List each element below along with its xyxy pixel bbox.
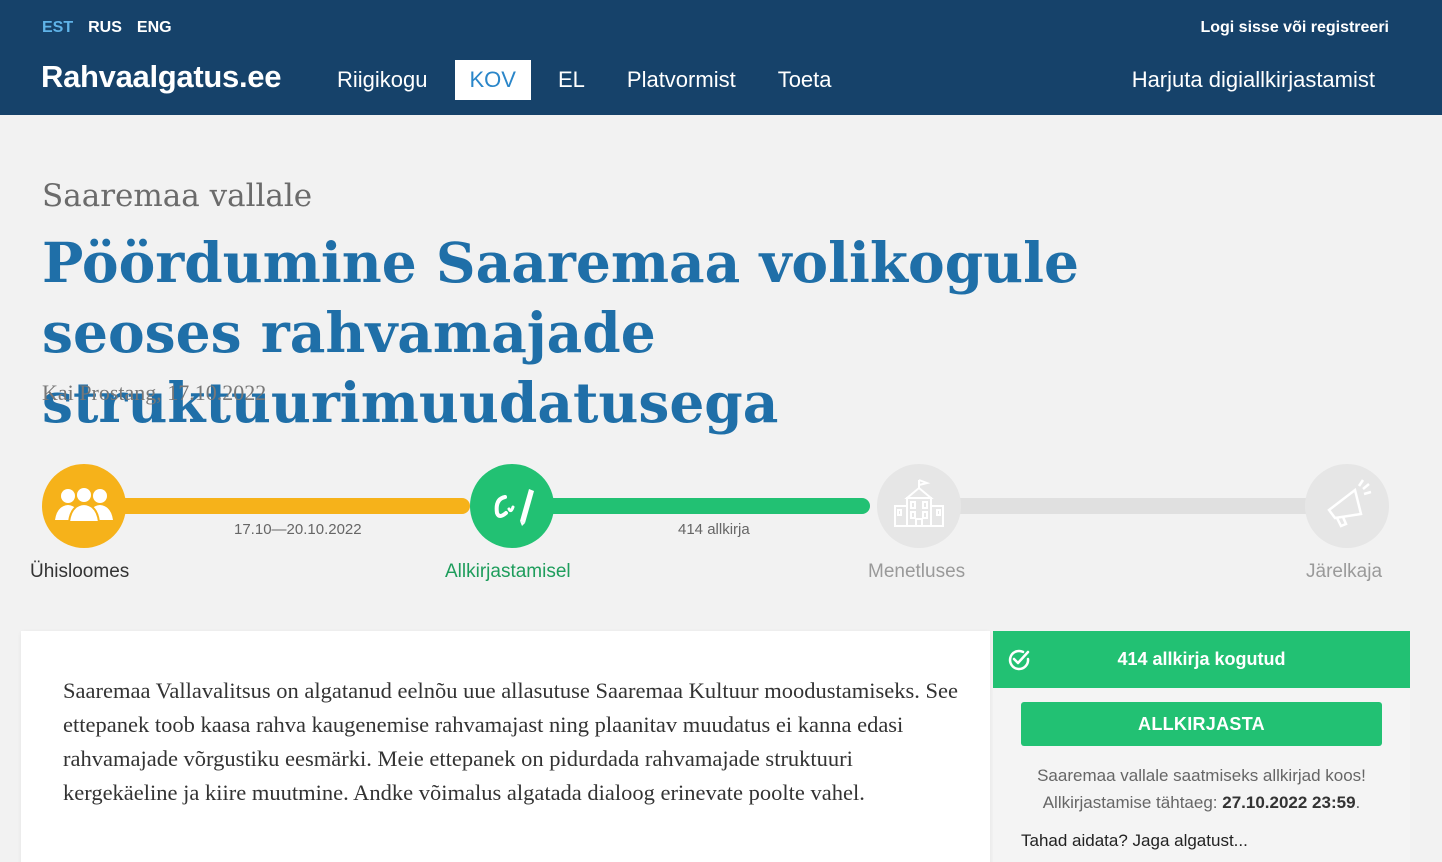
nav-el[interactable]: EL — [543, 60, 600, 100]
discussion-period: 17.10—20.10.2022 — [234, 521, 362, 538]
signing-info: Saaremaa vallale saatmiseks allkirjad ko… — [993, 762, 1410, 816]
main-nav: Riigikogu KOV EL Platvormist Toeta — [322, 60, 859, 100]
share-prompt[interactable]: Tahad aidata? Jaga algatust... — [1021, 831, 1248, 851]
step-label-processing: Menetluses — [868, 561, 966, 582]
building-icon — [891, 476, 947, 537]
practice-signing-link[interactable]: Harjuta digiallkirjastamist — [1132, 67, 1375, 93]
initiative-destination: Saaremaa vallale — [42, 178, 313, 214]
deadline-label: Allkirjastamise tähtaeg: — [1042, 793, 1218, 812]
signatures-ready-text: Saaremaa vallale saatmiseks allkirjad ko… — [1037, 766, 1366, 785]
page-title: Pöördumine Saaremaa volikogule seoses ra… — [42, 230, 1080, 435]
signing-sidebar: 414 allkirja kogutud ALLKIRJASTA Saarema… — [993, 631, 1410, 862]
nav-platvormist[interactable]: Platvormist — [612, 60, 751, 100]
step-processing — [877, 464, 961, 548]
signatures-collected-text: 414 allkirja kogutud — [1117, 649, 1286, 669]
login-link[interactable]: Logi sisse või registreeri — [1200, 19, 1389, 37]
nav-kov[interactable]: KOV — [454, 60, 531, 100]
deadline-value: 27.10.2022 23:59 — [1222, 793, 1356, 812]
site-logo[interactable]: Rahvaalgatus.ee — [41, 59, 281, 95]
step-label-signing: Allkirjastamisel — [445, 561, 571, 582]
nav-riigikogu[interactable]: Riigikogu — [322, 60, 443, 100]
lang-rus[interactable]: RUS — [88, 19, 122, 37]
initiative-content-card: Saaremaa Vallavalitsus on algatanud eeln… — [21, 631, 990, 862]
step-signing — [470, 464, 554, 548]
language-switcher: EST RUS ENG — [42, 19, 172, 37]
step-label-discussion: Ühisloomes — [30, 561, 130, 582]
nav-toeta[interactable]: Toeta — [763, 60, 847, 100]
signatures-collected-banner: 414 allkirja kogutud — [993, 631, 1410, 688]
site-header: EST RUS ENG Logi sisse või registreeri R… — [0, 0, 1442, 115]
lang-eng[interactable]: ENG — [137, 19, 172, 37]
initiative-description: Saaremaa Vallavalitsus on algatanud eeln… — [63, 678, 958, 805]
step-follow-up — [1305, 464, 1389, 548]
signature-pen-icon — [487, 479, 537, 534]
signing-deadline: Allkirjastamise tähtaeg: 27.10.2022 23:5… — [1042, 793, 1361, 812]
step-discussion — [42, 464, 126, 548]
megaphone-icon — [1319, 476, 1375, 537]
progress-bar-signing — [530, 498, 870, 514]
step-label-follow-up: Järelkaja — [1306, 561, 1383, 582]
signature-count-label: 414 allkirja — [678, 521, 750, 538]
sign-button[interactable]: ALLKIRJASTA — [1021, 702, 1382, 746]
people-icon — [53, 484, 115, 529]
check-circle-icon — [1007, 648, 1031, 672]
progress-bar-remaining — [930, 498, 1330, 514]
lang-est[interactable]: EST — [42, 19, 73, 37]
progress-bar-discussion — [100, 498, 470, 514]
author-date: Kai Prostang, 17.10.2022 — [42, 380, 267, 405]
